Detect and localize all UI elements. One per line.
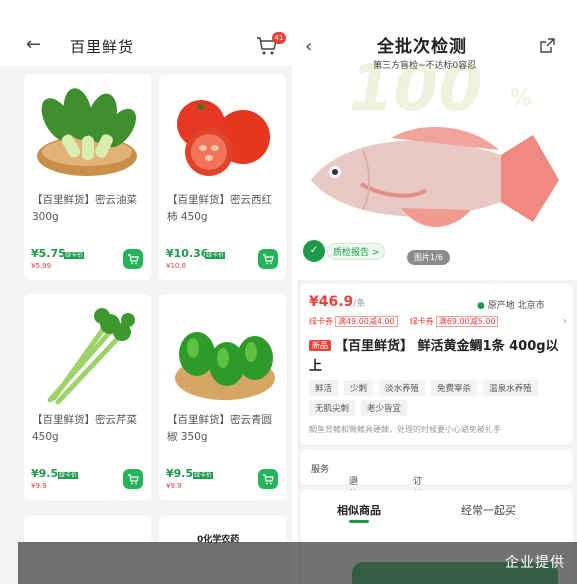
product-name: 【百里鲜货】密云油菜 300g [32,194,137,223]
product-card[interactable]: 【百里鲜货】密云芹菜 450g ¥9.5 绿卡价 ¥9.9 [24,294,151,500]
source-caption: 企业提供 [505,555,565,571]
original-price: ¥5.99 [31,262,52,270]
back-arrow-icon[interactable]: ← [26,36,41,54]
feature-tag: 无肌尖刺 [309,400,356,416]
location-pin-icon: ● [477,301,485,311]
product-price: ¥5.75 [31,247,66,260]
vip-price-tag: 绿卡价 [58,472,79,479]
product-price: ¥10.36 [166,247,209,260]
tab-bought-together[interactable]: 经常一起买 [461,502,516,518]
vip-price-tag: 绿卡价 [193,472,214,479]
product-price: ¥9.5 [166,467,194,480]
service-row[interactable]: 服务 退款说明 ⓘ 订单取消说明 ⓘ [301,450,573,552]
product-image-celery [47,308,135,405]
page-title: 百里鲜货 [70,38,135,56]
back-chevron-icon[interactable]: ‹ [305,36,312,57]
cart-count-badge: 41 [272,32,286,44]
feature-tag: 鲜活 [309,380,339,396]
image-counter: 图片1/6 [407,250,450,265]
report-label: 质检报告 > [327,242,386,260]
info-icon: ⓘ [349,477,359,487]
chevron-right-icon[interactable]: › [563,316,567,327]
product-price: ¥46.9/条 [309,294,366,310]
product-title: 新品 【百里鲜货】 鲜活黄金鲷1条 400g以上 [309,339,559,374]
vip-price-tag: 绿卡价 [205,252,226,259]
service-label: 服务 [311,465,330,475]
product-name: 【百里鲜货】密云西红柿 450g [167,194,272,223]
cart-icon [128,254,139,265]
cart-icon [263,474,274,485]
shield-check-icon: ✓ [303,240,325,262]
add-to-cart-button[interactable] [258,249,278,269]
add-to-cart-button[interactable] [258,469,278,489]
tab-similar[interactable]: 相似商品 [337,502,381,518]
handling-note: 鲷鱼背鳍和臀鳍具硬棘，处理的时候要小心避免被扎手 [309,425,501,434]
origin-label: ● 原产地 北京市 [477,301,545,311]
product-price: ¥9.5 [31,467,59,480]
product-card[interactable]: 【百里鲜货】密云油菜 300g ¥5.75 绿卡价 ¥5.99 [24,74,151,280]
product-card[interactable]: 【百里鲜货】密云青圆椒 350g ¥9.5 绿卡价 ¥9.9 [159,294,286,500]
product-card-peek[interactable] [24,516,151,542]
original-price: ¥10.8 [166,262,187,270]
original-price: ¥9.9 [31,482,47,490]
add-to-cart-button[interactable] [123,469,143,489]
product-detail-panel: 100 % ‹ 全批次检测 第三方盲检~不达标0容忍 ✓ 质检报告 > 图片1/… [297,0,577,584]
feature-tag: 老少皆宜 [361,400,408,416]
product-name: 【百里鲜货】密云青圆椒 350g [167,414,272,443]
info-icon: ⓘ [413,477,423,487]
original-price: ¥9.9 [166,482,182,490]
product-name: 【百里鲜货】密云芹菜 450g [32,414,137,443]
coupon-item[interactable]: 绿卡券 满49.00减4.00 [309,316,398,327]
feature-tag: 温泉水养殖 [483,380,538,396]
hero-bg-percent: % [510,86,533,111]
coupon-list[interactable]: 绿卡券 满49.00减4.00 绿卡券 满69.00减5.00 [309,316,499,327]
feature-tag: 免费宰杀 [431,380,478,396]
quality-report-button[interactable]: ✓ 质检报告 > [303,240,386,262]
active-tab-indicator [349,520,369,523]
new-badge: 新品 [309,340,331,351]
vip-price-tag: 绿卡价 [64,252,85,259]
product-card-peek[interactable]: 0化学农药 [159,516,286,545]
watermark-overlay: 企业提供 [18,542,577,584]
product-image-bok-choy [37,88,137,176]
feature-tag: 淡水养殖 [379,380,426,396]
product-card[interactable]: 【百里鲜货】密云西红柿 450g ¥10.36 绿卡价 ¥10.8 [159,74,286,280]
hero-title: 全批次检测 [377,37,467,57]
add-to-cart-button[interactable] [123,249,143,269]
coupon-item[interactable]: 绿卡券 满69.00减5.00 [410,316,499,327]
cart-icon [128,474,139,485]
product-list-panel: ← 百里鲜货 41 【百里鲜货】密云油菜 300g ¥5.75 绿卡价 ¥5.9… [0,0,292,584]
hero-subtitle: 第三方盲检~不达标0容忍 [373,61,477,71]
product-image-tomato [177,100,270,176]
product-info-card: ¥46.9/条 ● 原产地 北京市 绿卡券 满49.00减4.00 绿卡券 满69.… [301,284,573,444]
product-hero[interactable]: 100 % ‹ 全批次检测 第三方盲检~不达标0容忍 ✓ 质检报告 > 图片1/… [297,0,577,280]
product-image-fish [311,126,559,227]
share-icon[interactable] [540,38,555,53]
list-header: ← 百里鲜货 41 [0,0,292,66]
cart-icon [263,254,274,265]
tag-list: 鲜活 少刺 淡水养殖 免费宰杀 温泉水养殖 无肌尖刺 老少皆宜 [309,380,571,416]
feature-tag: 少刺 [344,380,374,396]
product-image-green-pepper [175,332,275,400]
